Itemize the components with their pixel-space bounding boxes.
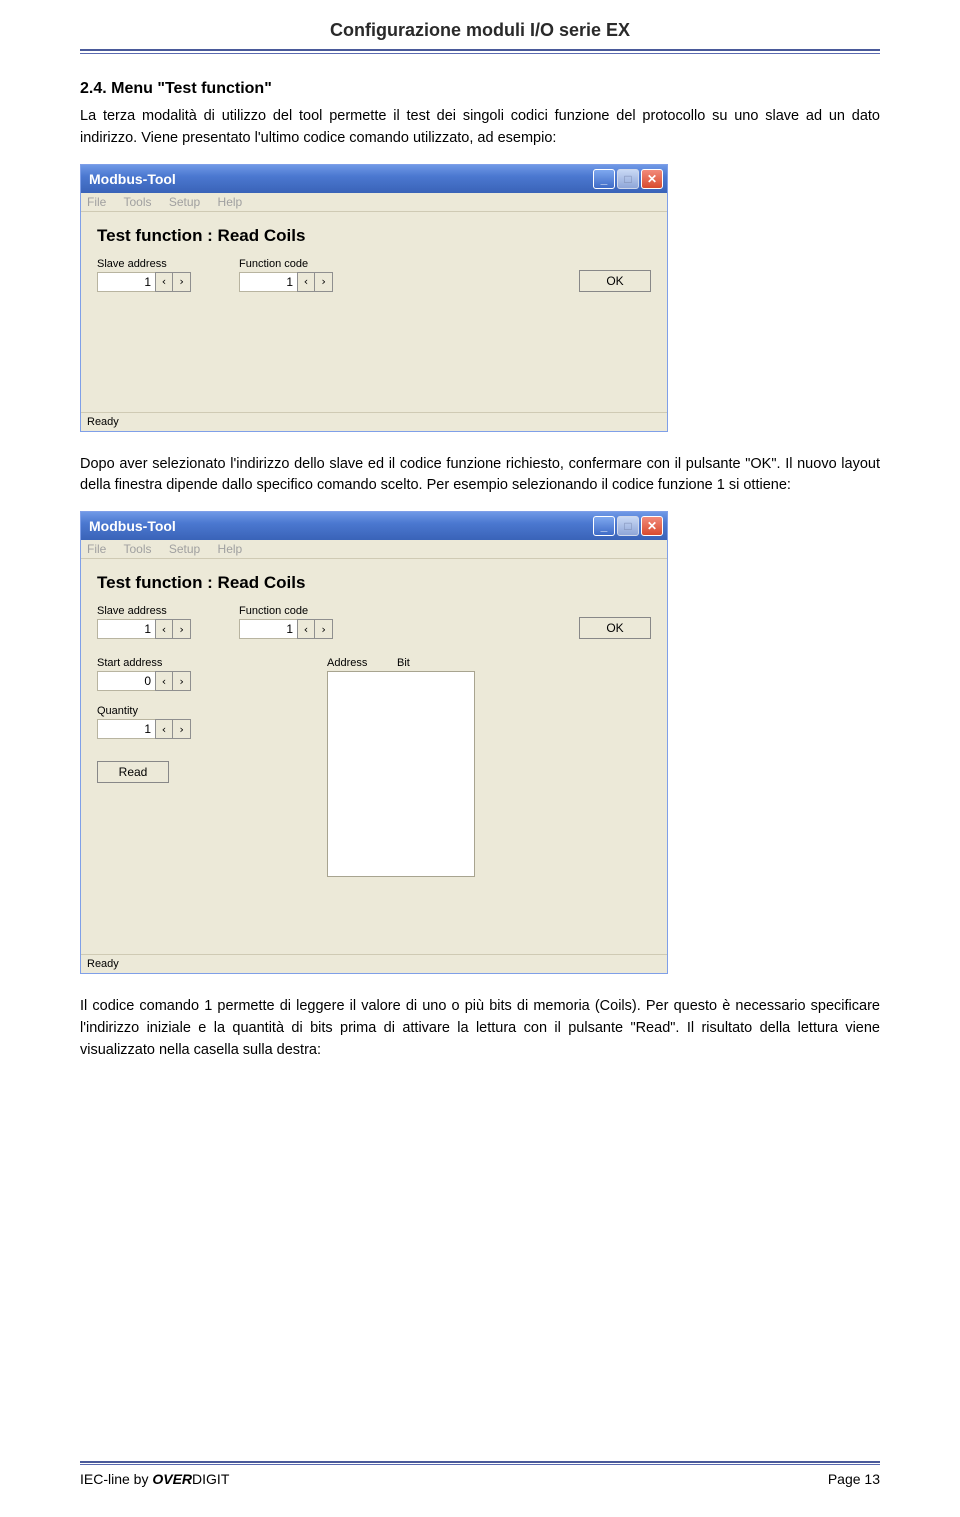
minimize-icon: _ [601, 519, 608, 533]
start-address-decrement[interactable]: ‹ [155, 671, 173, 691]
header-rule-thin [80, 53, 880, 54]
start-address-increment[interactable]: › [173, 671, 191, 691]
close-icon: ✕ [647, 172, 657, 186]
menu-file[interactable]: File [87, 195, 106, 209]
function-code-input[interactable]: 1 [239, 619, 297, 639]
section-heading: 2.4. Menu "Test function" [80, 80, 880, 98]
maximize-icon: □ [624, 172, 631, 186]
statusbar: Ready [81, 412, 667, 431]
modbus-tool-window-2: Modbus-Tool _ □ ✕ File Tools Setup Help … [80, 511, 668, 974]
function-code-increment[interactable]: › [315, 619, 333, 639]
section-title: Menu "Test function" [111, 80, 272, 97]
statusbar: Ready [81, 954, 667, 973]
chevron-left-icon: ‹ [303, 623, 310, 636]
window-title: Modbus-Tool [89, 518, 591, 534]
slave-address-input[interactable]: 1 [97, 272, 155, 292]
address-column-label: Address [327, 657, 397, 669]
function-code-input[interactable]: 1 [239, 272, 297, 292]
page-title: Configurazione moduli I/O serie EX [80, 20, 880, 41]
modbus-tool-window-1: Modbus-Tool _ □ ✕ File Tools Setup Help … [80, 164, 668, 432]
function-code-decrement[interactable]: ‹ [297, 619, 315, 639]
slave-address-input[interactable]: 1 [97, 619, 155, 639]
slave-address-decrement[interactable]: ‹ [155, 619, 173, 639]
chevron-right-icon: › [178, 623, 185, 636]
menu-tools[interactable]: Tools [123, 542, 151, 556]
ok-button[interactable]: OK [579, 270, 651, 292]
footer-rule-thin [80, 1464, 880, 1465]
titlebar: Modbus-Tool _ □ ✕ [81, 165, 667, 193]
slave-address-decrement[interactable]: ‹ [155, 272, 173, 292]
menu-setup[interactable]: Setup [169, 195, 200, 209]
chevron-left-icon: ‹ [161, 275, 168, 288]
menubar: File Tools Setup Help [81, 193, 667, 212]
page-footer: IEC-line by OVERDIGIT Page 13 [80, 1461, 880, 1487]
start-address-input[interactable]: 0 [97, 671, 155, 691]
middle-paragraph: Dopo aver selezionato l'indirizzo dello … [80, 454, 880, 498]
chevron-right-icon: › [178, 275, 185, 288]
menu-help[interactable]: Help [218, 195, 243, 209]
start-address-label: Start address [97, 657, 279, 669]
close-icon: ✕ [647, 519, 657, 533]
client-area: Test function : Read Coils Slave address… [81, 559, 667, 954]
titlebar: Modbus-Tool _ □ ✕ [81, 512, 667, 540]
form-title: Test function : Read Coils [97, 573, 651, 593]
chevron-right-icon: › [320, 623, 327, 636]
page-number: Page 13 [828, 1471, 880, 1487]
chevron-right-icon: › [178, 723, 185, 736]
maximize-button[interactable]: □ [617, 169, 639, 189]
bit-column-label: Bit [397, 657, 410, 669]
client-area: Test function : Read Coils Slave address… [81, 212, 667, 412]
menu-setup[interactable]: Setup [169, 542, 200, 556]
function-code-label: Function code [239, 605, 333, 617]
menubar: File Tools Setup Help [81, 540, 667, 559]
slave-address-label: Slave address [97, 258, 191, 270]
close-button[interactable]: ✕ [641, 516, 663, 536]
minimize-button[interactable]: _ [593, 516, 615, 536]
slave-address-increment[interactable]: › [173, 272, 191, 292]
close-button[interactable]: ✕ [641, 169, 663, 189]
ok-button[interactable]: OK [579, 617, 651, 639]
quantity-decrement[interactable]: ‹ [155, 719, 173, 739]
quantity-input[interactable]: 1 [97, 719, 155, 739]
function-code-decrement[interactable]: ‹ [297, 272, 315, 292]
chevron-right-icon: › [178, 675, 185, 688]
minimize-icon: _ [601, 172, 608, 186]
chevron-left-icon: ‹ [161, 623, 168, 636]
maximize-button[interactable]: □ [617, 516, 639, 536]
result-header: Address Bit [327, 657, 475, 669]
quantity-increment[interactable]: › [173, 719, 191, 739]
final-paragraph: Il codice comando 1 permette di leggere … [80, 996, 880, 1061]
slave-address-increment[interactable]: › [173, 619, 191, 639]
chevron-left-icon: ‹ [303, 275, 310, 288]
footer-brand: IEC-line by OVERDIGIT [80, 1471, 229, 1487]
chevron-left-icon: ‹ [161, 723, 168, 736]
menu-tools[interactable]: Tools [123, 195, 151, 209]
read-button[interactable]: Read [97, 761, 169, 783]
menu-help[interactable]: Help [218, 542, 243, 556]
intro-paragraph: La terza modalità di utilizzo del tool p… [80, 106, 880, 150]
chevron-left-icon: ‹ [161, 675, 168, 688]
footer-brand-over: OVER [152, 1471, 192, 1487]
chevron-right-icon: › [320, 275, 327, 288]
footer-brand-digit: DIGIT [192, 1471, 229, 1487]
section-number: 2.4. [80, 80, 107, 97]
form-title: Test function : Read Coils [97, 226, 651, 246]
quantity-label: Quantity [97, 705, 279, 717]
function-code-label: Function code [239, 258, 333, 270]
slave-address-label: Slave address [97, 605, 191, 617]
footer-prefix: IEC-line by [80, 1471, 152, 1487]
header-rule-thick [80, 49, 880, 51]
result-list[interactable] [327, 671, 475, 877]
minimize-button[interactable]: _ [593, 169, 615, 189]
footer-rule-thick [80, 1461, 880, 1463]
maximize-icon: □ [624, 519, 631, 533]
function-code-increment[interactable]: › [315, 272, 333, 292]
window-title: Modbus-Tool [89, 171, 591, 187]
menu-file[interactable]: File [87, 542, 106, 556]
